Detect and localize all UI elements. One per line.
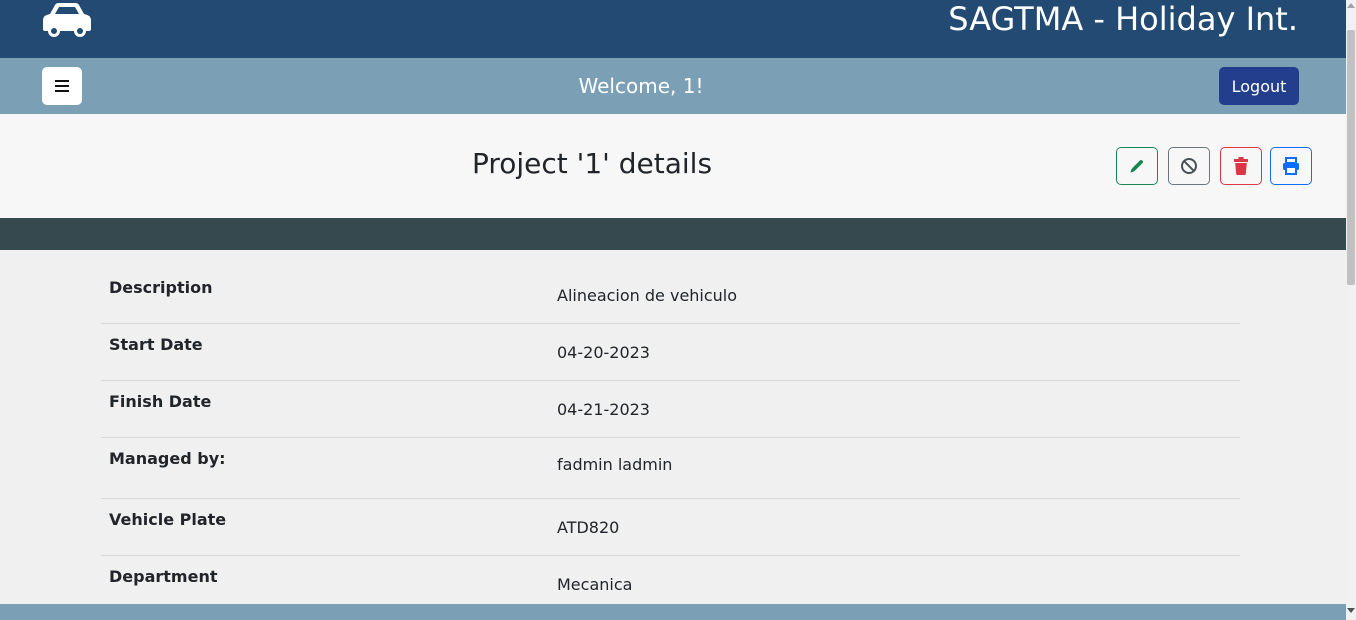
top-header: SAGTMA - Holiday Int. <box>0 0 1346 58</box>
detail-label: Finish Date <box>109 392 212 411</box>
disable-button[interactable] <box>1168 147 1210 185</box>
scroll-up-arrow-icon[interactable] <box>1347 3 1355 8</box>
vertical-scrollbar[interactable] <box>1346 0 1356 620</box>
detail-value: ATD820 <box>557 518 620 537</box>
detail-value: 04-21-2023 <box>557 400 650 419</box>
detail-value: Mecanica <box>557 575 633 594</box>
page-title: Project '1' details <box>471 147 713 180</box>
scroll-down-arrow-icon[interactable] <box>1347 608 1355 613</box>
project-details: Description Alineacion de vehiculo Start… <box>0 250 1346 604</box>
welcome-message: Welcome, 1! <box>578 74 704 98</box>
printer-icon <box>1283 157 1299 175</box>
trash-icon <box>1234 157 1248 175</box>
detail-label: Vehicle Plate <box>109 510 227 529</box>
detail-row-start-date: Start Date 04-20-2023 <box>101 324 1240 381</box>
edit-button[interactable] <box>1116 147 1158 185</box>
detail-label: Start Date <box>109 335 203 354</box>
ban-icon <box>1181 158 1197 174</box>
detail-row-description: Description Alineacion de vehiculo <box>101 270 1240 324</box>
pencil-icon <box>1130 159 1144 173</box>
print-button[interactable] <box>1270 147 1312 185</box>
detail-value: 04-20-2023 <box>557 343 650 362</box>
detail-row-managed-by: Managed by: fadmin ladmin <box>101 438 1240 499</box>
section-divider-band <box>0 218 1346 250</box>
delete-button[interactable] <box>1220 147 1262 185</box>
detail-label: Description <box>109 278 213 297</box>
detail-label: Managed by: <box>109 449 226 468</box>
navbar: Welcome, 1! Logout <box>0 58 1346 114</box>
footer-band <box>0 604 1346 620</box>
detail-row-finish-date: Finish Date 04-21-2023 <box>101 381 1240 438</box>
detail-row-vehicle-plate: Vehicle Plate ATD820 <box>101 499 1240 556</box>
detail-value: Alineacion de vehiculo <box>557 286 738 305</box>
app-title: SAGTMA - Holiday Int. <box>948 0 1298 38</box>
detail-row-department: Department Mecanica <box>101 556 1240 604</box>
logout-button[interactable]: Logout <box>1219 67 1299 105</box>
page-header: Project '1' details <box>0 114 1346 218</box>
scrollbar-thumb[interactable] <box>1347 30 1355 285</box>
detail-value: fadmin ladmin <box>557 455 673 474</box>
car-icon <box>43 3 91 37</box>
detail-label: Department <box>109 567 218 586</box>
